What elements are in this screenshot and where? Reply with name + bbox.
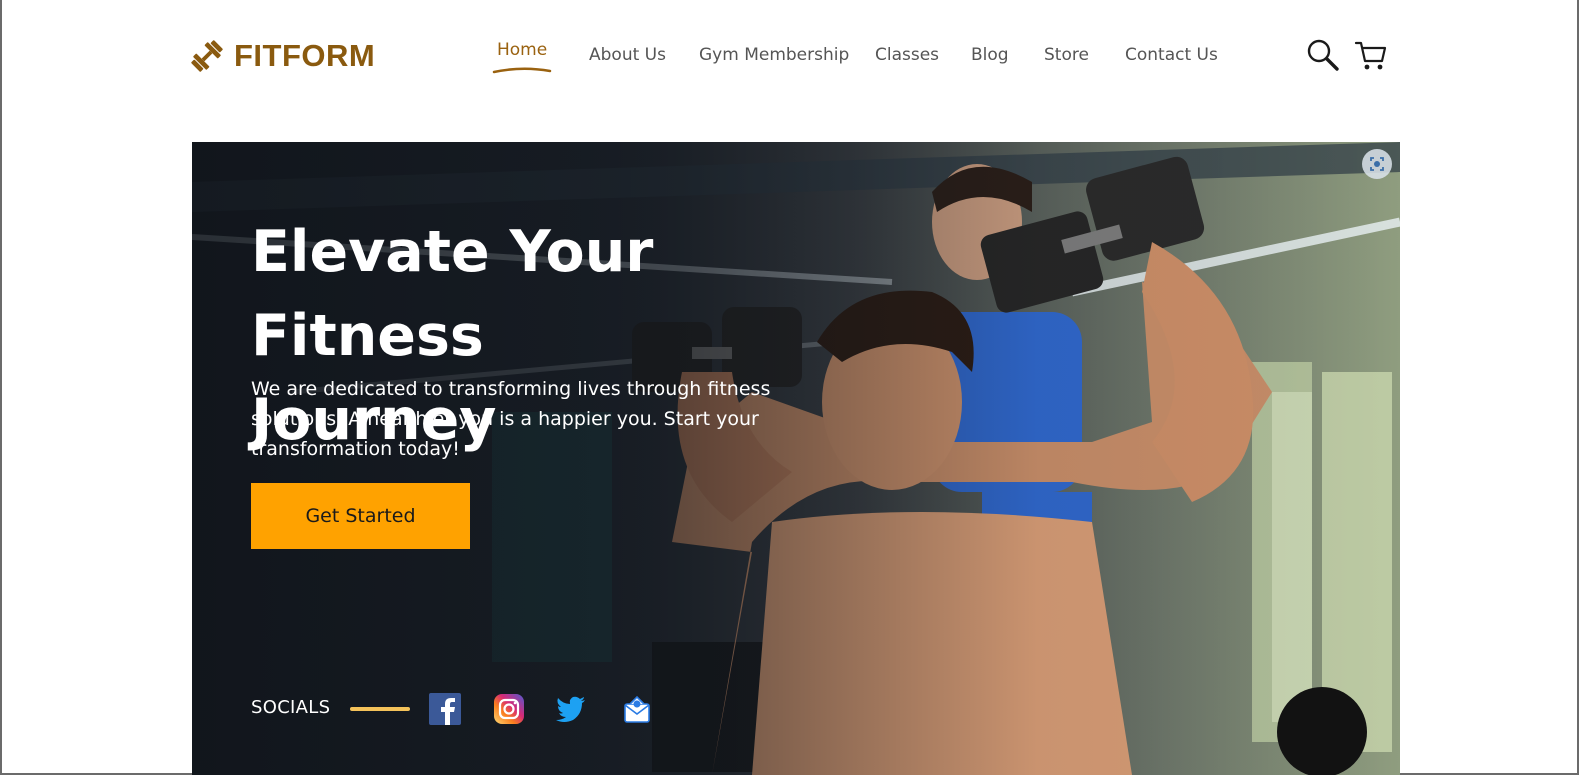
nav-item-gym-membership[interactable]: Gym Membership — [699, 45, 849, 65]
twitter-icon[interactable] — [554, 692, 588, 726]
brand-logo[interactable]: FITFORM — [188, 36, 375, 76]
brand-name: FITFORM — [234, 38, 376, 73]
nav-item-blog[interactable]: Blog — [971, 45, 1009, 65]
nav-item-contact-us[interactable]: Contact Us — [1125, 45, 1218, 65]
visual-search-icon[interactable] — [1362, 149, 1392, 179]
site-header: FITFORM Home About Us Gym Membership Cla… — [2, 0, 1577, 112]
socials-divider — [350, 707, 410, 711]
hero-section: Elevate Your Fitness Journey We are dedi… — [192, 142, 1400, 775]
hero-title-line-1: Elevate Your Fitness — [251, 219, 654, 369]
search-icon[interactable] — [1306, 38, 1340, 72]
nav-item-classes[interactable]: Classes — [875, 45, 939, 65]
cart-icon[interactable] — [1354, 38, 1388, 72]
nav-active-underline — [492, 67, 552, 74]
instagram-icon[interactable] — [492, 692, 526, 726]
socials-label: SOCIALS — [251, 697, 331, 718]
dumbbell-logo-icon — [191, 40, 223, 72]
nav-item-about-us[interactable]: About Us — [589, 45, 666, 65]
facebook-icon[interactable] — [428, 692, 462, 726]
nav-item-store[interactable]: Store — [1044, 45, 1089, 65]
email-icon[interactable] — [620, 692, 654, 726]
hero-subtitle: We are dedicated to transforming lives t… — [251, 378, 771, 460]
nav-item-home[interactable]: Home — [497, 40, 547, 60]
get-started-button[interactable]: Get Started — [251, 483, 470, 549]
